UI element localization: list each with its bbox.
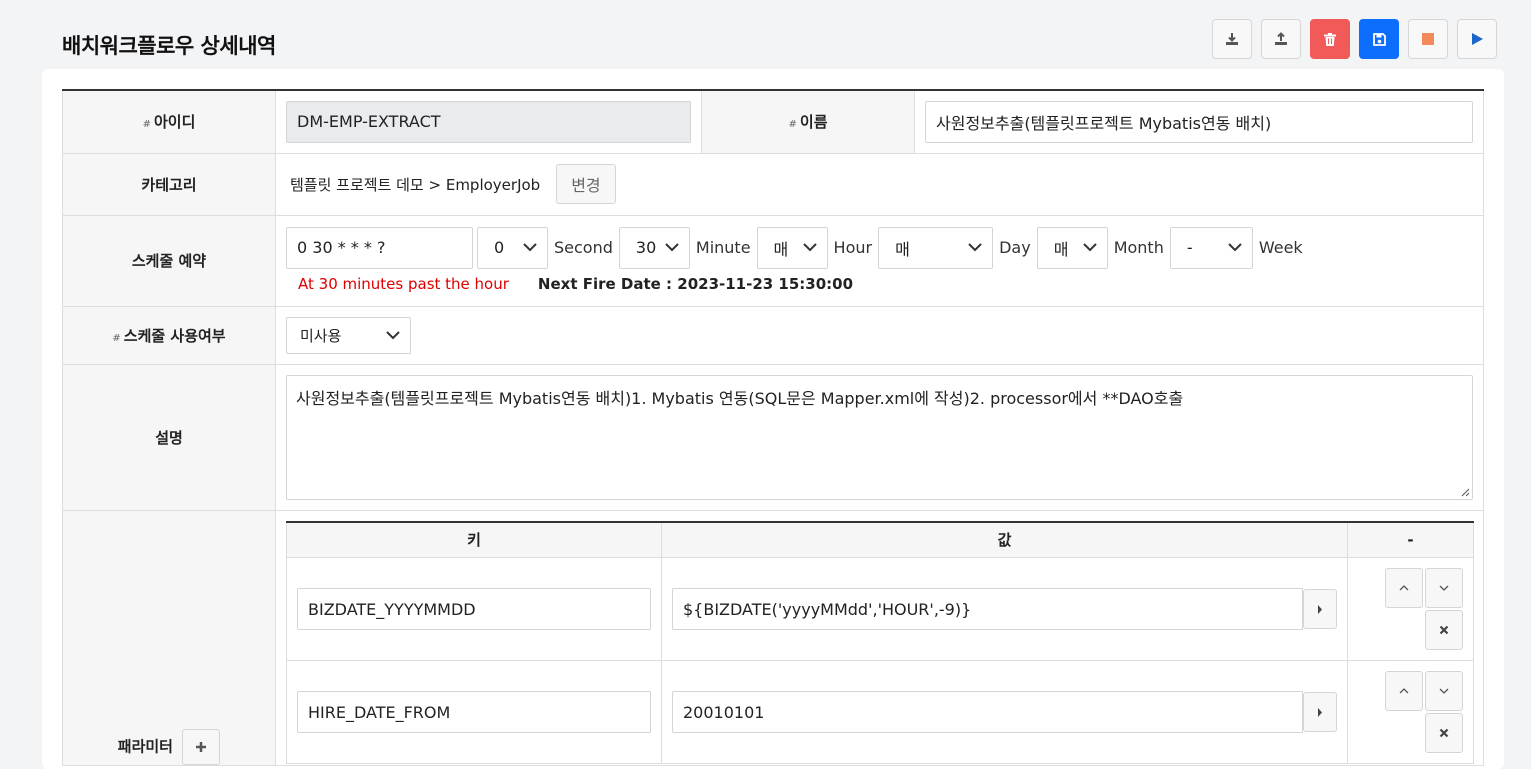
parameters-label-cell: 패라미터 [62, 510, 276, 766]
description-label: 설명 [62, 364, 276, 511]
chevron-up-icon [1399, 688, 1409, 694]
chevron-down-icon [1082, 243, 1097, 252]
name-input[interactable]: 사원정보추출(템플릿프로젝트 Mybatis연동 배치) [925, 100, 1473, 143]
move-up-button[interactable] [1385, 568, 1423, 608]
change-category-button[interactable]: 변경 [556, 164, 616, 204]
schedule-use-select[interactable]: 미사용 [286, 316, 411, 354]
stop-icon [1422, 33, 1434, 45]
page-title: 배치워크플로우 상세내역 [62, 34, 276, 58]
param-action-header: - [1347, 521, 1474, 558]
chevron-up-icon [1399, 585, 1409, 591]
move-down-button[interactable] [1425, 568, 1463, 608]
chevron-down-icon [523, 243, 537, 252]
param-key-input[interactable]: HIRE_DATE_FROM [297, 691, 651, 733]
parameters-table: 키 값 - BIZDATE_YYYYMMDD ${BIZDATE('yyyyMM… [286, 520, 1474, 764]
download-icon [1226, 33, 1238, 45]
chevron-down-icon [968, 243, 982, 252]
minute-label: Minute [695, 238, 751, 257]
chevron-down-icon [386, 330, 400, 339]
cron-description: At 30 minutes past the hour [298, 274, 509, 293]
export-button[interactable] [1212, 19, 1252, 59]
param-value-input[interactable]: 20010101 [672, 691, 1303, 733]
chevron-down-icon [1228, 243, 1242, 252]
upload-icon [1275, 32, 1287, 45]
delete-button[interactable] [1310, 19, 1350, 59]
run-button[interactable] [1457, 19, 1497, 59]
second-label: Second [554, 238, 613, 257]
description-textarea[interactable]: 사원정보추출(템플릿프로젝트 Mybatis연동 배치)1. Mybatis 연… [286, 374, 1473, 500]
trash-icon [1324, 32, 1336, 46]
remove-parameter-button[interactable] [1425, 610, 1463, 650]
param-expand-button[interactable] [1303, 692, 1337, 732]
chevron-down-icon [665, 243, 679, 252]
id-input[interactable]: DM-EMP-EXTRACT [286, 100, 691, 143]
param-value-input[interactable]: ${BIZDATE('yyyyMMdd','HOUR',-9)} [672, 588, 1303, 630]
param-expand-button[interactable] [1303, 589, 1337, 629]
week-label: Week [1258, 238, 1303, 257]
parameters-label: 패라미터 [117, 737, 173, 755]
move-up-button[interactable] [1385, 671, 1423, 711]
hour-label: Hour [833, 238, 873, 257]
table-row: HIRE_DATE_FROM 20010101 [286, 660, 1474, 764]
save-button[interactable] [1359, 19, 1399, 59]
name-label: # 이름 [701, 90, 915, 154]
id-label: # 아이디 [62, 90, 276, 154]
move-down-button[interactable] [1425, 671, 1463, 711]
close-icon [1439, 625, 1449, 635]
day-label: Day [999, 238, 1031, 257]
required-mark: # [142, 119, 151, 131]
param-key-input[interactable]: BIZDATE_YYYYMMDD [297, 588, 651, 630]
resize-handle-icon[interactable] [1460, 487, 1470, 497]
plus-icon [196, 741, 207, 752]
schedule-use-label: # 스케줄 사용여부 [62, 306, 276, 365]
minute-select[interactable]: 30 [618, 226, 690, 269]
month-select[interactable]: 매 [1036, 226, 1108, 269]
day-select[interactable]: 매 [878, 226, 994, 269]
detail-card: # 아이디 DM-EMP-EXTRACT # 이름 사원정보추출(템플릿프로젝트 M… [42, 69, 1504, 769]
detail-form: # 아이디 DM-EMP-EXTRACT # 이름 사원정보추출(템플릿프로젝트 M… [62, 89, 1484, 766]
close-icon [1439, 728, 1449, 738]
chevron-down-icon [1439, 585, 1449, 591]
toolbar [1212, 19, 1497, 59]
required-mark: # [112, 332, 121, 344]
week-select[interactable]: - [1169, 226, 1253, 269]
import-button[interactable] [1261, 19, 1301, 59]
required-mark: # [788, 119, 797, 131]
stop-button[interactable] [1408, 19, 1448, 59]
param-key-header: 키 [286, 521, 662, 558]
caret-right-icon [1318, 707, 1322, 717]
remove-parameter-button[interactable] [1425, 713, 1463, 753]
chevron-down-icon [1439, 688, 1449, 694]
second-select[interactable]: 0 [477, 226, 548, 269]
add-parameter-button[interactable] [182, 728, 221, 765]
save-icon [1372, 32, 1386, 46]
category-value: 템플릿 프로젝트 데모 > EmployerJob [290, 175, 541, 194]
table-row: BIZDATE_YYYYMMDD ${BIZDATE('yyyyMMdd','H… [286, 557, 1474, 661]
hour-select[interactable]: 매 [756, 226, 828, 269]
next-fire-date: Next Fire Date : 2023-11-23 15:30:00 [537, 274, 854, 293]
month-label: Month [1113, 238, 1164, 257]
schedule-label: 스케줄 예약 [62, 215, 276, 307]
cron-input[interactable]: 0 30 * * * ? [286, 226, 473, 269]
chevron-down-icon [802, 243, 817, 252]
param-value-header: 값 [661, 521, 1348, 558]
category-label: 카테고리 [62, 153, 276, 216]
play-icon [1472, 33, 1483, 45]
caret-right-icon [1318, 604, 1322, 614]
